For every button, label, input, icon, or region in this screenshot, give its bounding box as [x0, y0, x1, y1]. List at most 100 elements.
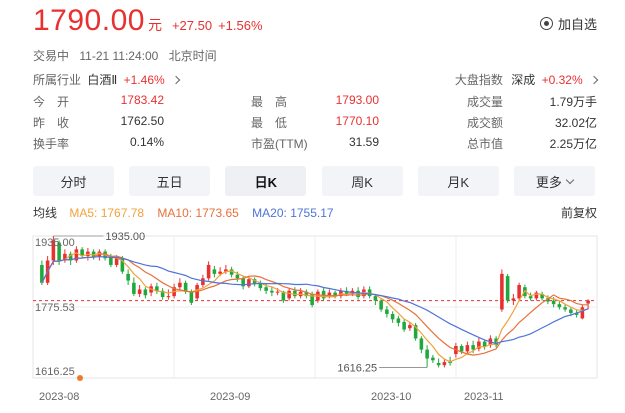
add-watchlist-button[interactable]: 加自选: [539, 14, 597, 33]
candle-down: [528, 296, 533, 299]
x-axis-label: 2023-09: [210, 391, 250, 403]
industry-label: 所属行业: [33, 73, 82, 87]
candle-up: [517, 285, 521, 299]
candle-down: [270, 290, 274, 293]
price-change-pct: +1.56%: [218, 18, 263, 33]
candle-down: [569, 309, 573, 314]
pe-label: 市盈(TTM): [251, 137, 308, 151]
candle-down: [459, 346, 464, 352]
turnover-label: 成交额: [467, 116, 504, 130]
prev-close-value: 1762.50: [120, 114, 164, 128]
candle-down: [264, 287, 268, 291]
stats-row: 昨 收 1762.50 最 低 1770.10 成交额 32.02亿: [33, 114, 597, 135]
price-header: 1790.00 元 +27.50 +1.56%: [33, 4, 263, 40]
candle-down: [293, 290, 297, 297]
candle-down: [557, 304, 562, 308]
trading-status: 交易中 11-21 11:24:00 北京时间: [33, 47, 224, 64]
market-index-change: +0.32%: [541, 73, 583, 87]
turnover-value: 32.02亿: [554, 116, 597, 130]
candle-down: [505, 276, 510, 301]
candle-down: [563, 307, 567, 310]
market-index-link[interactable]: 大盘指数 深成 +0.32%: [454, 71, 599, 88]
kline-chart[interactable]: 1935.00 1775.53 1616.25 1935.00 1616.25 2023-…: [0, 222, 625, 413]
max-annotation: 1935.00: [105, 231, 145, 243]
ma5-value: MA5: 1767.78: [69, 206, 145, 220]
y-axis-label-max: 1935.00: [35, 237, 75, 249]
market-cap-value: 2.25万亿: [549, 137, 597, 151]
candle-up: [287, 290, 291, 299]
candle-down: [189, 291, 194, 303]
candle-down: [379, 300, 383, 310]
candle-up: [580, 307, 585, 319]
candle-up: [206, 264, 211, 279]
chevron-right-icon: [589, 75, 599, 85]
industry-name: 白酒Ⅱ: [87, 73, 118, 87]
industry-row: 所属行业 白酒Ⅱ +1.46% 大盘指数 深成 +0.32%: [33, 71, 599, 88]
candle-up: [442, 362, 447, 366]
candle-down: [396, 318, 401, 323]
market-index-label: 大盘指数: [454, 73, 503, 87]
candle-down: [385, 309, 389, 314]
add-watchlist-label: 加自选: [557, 17, 597, 32]
candle-down: [132, 282, 136, 294]
min-annotation: 1616.25: [337, 362, 377, 374]
high-label: 最 高: [251, 95, 288, 109]
candle-down: [143, 289, 148, 296]
tab-more-label: 更多: [535, 174, 562, 190]
tab-intraday[interactable]: 分时: [33, 166, 114, 196]
price-change: +27.50: [171, 18, 213, 33]
candle-down: [235, 274, 240, 279]
candle-up: [534, 292, 539, 299]
ma10-value: MA10: 1773.65: [157, 206, 239, 220]
turnover-rate-label: 换手率: [33, 137, 70, 151]
candle-up: [178, 282, 182, 288]
x-axis-label: 2023-08: [39, 391, 79, 403]
add-watchlist-icon: [539, 17, 553, 30]
tab-five-day[interactable]: 五日: [129, 166, 211, 196]
trading-state: 交易中: [33, 49, 70, 63]
candle-down: [126, 273, 130, 281]
low-value: 1770.10: [335, 114, 379, 128]
candle-down: [402, 321, 406, 330]
time-zone: 北京时间: [168, 49, 217, 63]
x-axis-label: 2023-10: [371, 391, 411, 403]
y-axis-label-min: 1616.25: [35, 366, 75, 378]
moving-average-legend: 均线 MA5: 1767.78 MA10: 1773.65 MA20: 1755…: [33, 204, 597, 220]
candle-down: [419, 338, 424, 350]
candle-up: [247, 279, 251, 287]
y-axis-label-ref: 1775.53: [35, 302, 75, 314]
candle-up: [166, 296, 171, 298]
stats-row: 今 开 1783.42 最 高 1793.00 成交量 1.79万手: [33, 93, 597, 114]
open-label: 今 开: [33, 95, 70, 109]
tab-monthly-k[interactable]: 月K: [417, 166, 499, 196]
candle-up: [586, 300, 590, 304]
tab-daily-k[interactable]: 日K: [225, 166, 307, 196]
candle-up: [511, 298, 516, 301]
candle-down: [373, 296, 378, 301]
trading-time: 11-21 11:24:00: [79, 49, 159, 63]
tab-weekly-k[interactable]: 周K: [321, 166, 403, 196]
candle-down: [551, 300, 556, 305]
open-value: 1783.42: [120, 93, 164, 107]
quote-stats: 今 开 1783.42 最 高 1793.00 成交量 1.79万手 昨 收 1…: [33, 93, 597, 156]
candle-down: [212, 269, 217, 274]
turnover-rate-value: 0.14%: [129, 135, 164, 149]
stats-row: 换手率 0.14% 市盈(TTM) 31.59 总市值 2.25万亿: [33, 135, 597, 156]
x-axis-label: 2023-11: [464, 391, 504, 403]
ma20-value: MA20: 1755.17: [252, 206, 334, 220]
industry-link[interactable]: 所属行业 白酒Ⅱ +1.46%: [33, 71, 181, 88]
candle-down: [436, 362, 441, 366]
candle-down: [425, 349, 429, 359]
candle-up: [275, 291, 280, 293]
tab-more[interactable]: 更多: [513, 166, 595, 196]
prev-close-label: 昨 收: [33, 116, 70, 130]
current-price: 1790.00: [33, 4, 145, 37]
volume-value: 1.79万手: [549, 95, 597, 109]
low-label: 最 低: [251, 116, 288, 130]
adjustment-selector[interactable]: 前复权: [561, 204, 597, 221]
candle-up: [137, 289, 142, 294]
candle-down: [258, 283, 263, 289]
candle-down: [471, 345, 475, 350]
chart-period-tabs: 分时 五日 日K 周K 月K 更多: [33, 166, 595, 196]
market-cap-label: 总市值: [467, 137, 504, 151]
